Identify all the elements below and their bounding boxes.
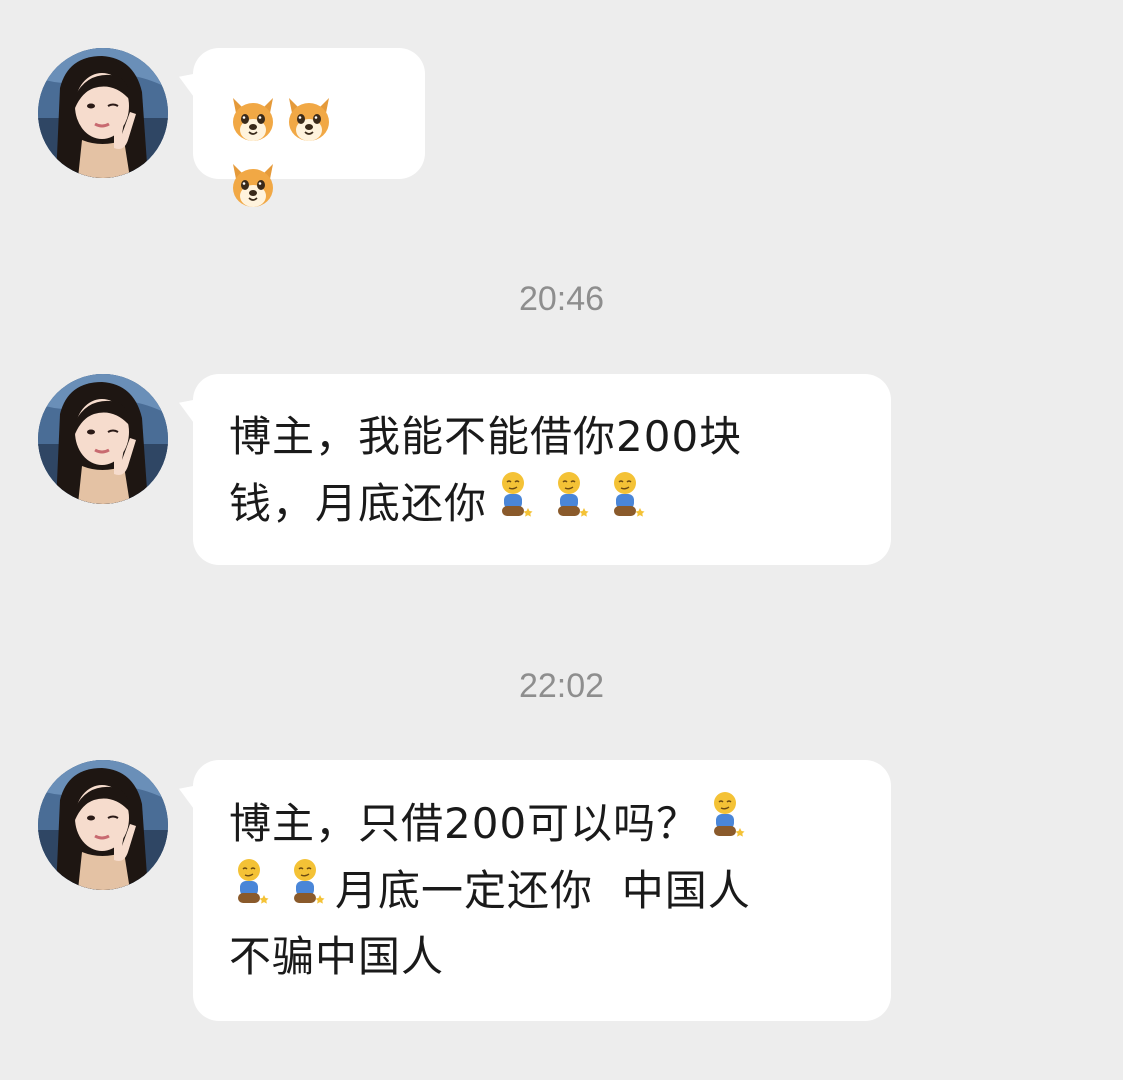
message-line: 博主，只借200可以吗？ xyxy=(229,790,855,857)
dog-face-icon xyxy=(283,94,335,146)
chat-view[interactable]: 20:46 博主，我能不能借你200块 钱，月底还你 22:02 博主，只借20… xyxy=(0,0,1123,1080)
avatar-image xyxy=(38,760,168,890)
timestamp: 20:46 xyxy=(518,280,605,318)
sender-avatar[interactable] xyxy=(38,760,168,890)
dog-face-icon xyxy=(227,160,279,212)
kneeling-person-icon xyxy=(605,470,649,524)
avatar-image xyxy=(38,374,168,504)
sender-avatar[interactable] xyxy=(38,374,168,504)
message-bubble-text[interactable]: 博主，我能不能借你200块 钱，月底还你 xyxy=(193,374,891,565)
dog-face-icon xyxy=(227,94,279,146)
kneeling-person-icon xyxy=(493,470,537,524)
avatar-image xyxy=(38,48,168,178)
message-text: 博主，只借200可以吗？ xyxy=(229,799,700,848)
kneeling-person-icon xyxy=(549,470,593,524)
message-text: 钱，月底还你 xyxy=(229,479,488,528)
message-line: 钱，月底还你 xyxy=(229,470,855,537)
sender-avatar[interactable] xyxy=(38,48,168,178)
message-line: 不骗中国人 xyxy=(229,932,445,981)
kneeling-person-icon xyxy=(705,790,749,844)
message-bubble-text[interactable]: 博主，只借200可以吗？ 月底一定还你 中国人 不骗中国人 xyxy=(193,760,891,1021)
message-bubble-emoji[interactable] xyxy=(193,48,425,179)
message-text: 月底一定还你 中国人 xyxy=(335,866,751,915)
kneeling-person-icon xyxy=(285,857,329,911)
message-line: 月底一定还你 中国人 xyxy=(229,857,855,924)
timestamp: 22:02 xyxy=(518,667,605,705)
kneeling-person-icon xyxy=(229,857,273,911)
message-line: 博主，我能不能借你200块 xyxy=(229,412,743,461)
